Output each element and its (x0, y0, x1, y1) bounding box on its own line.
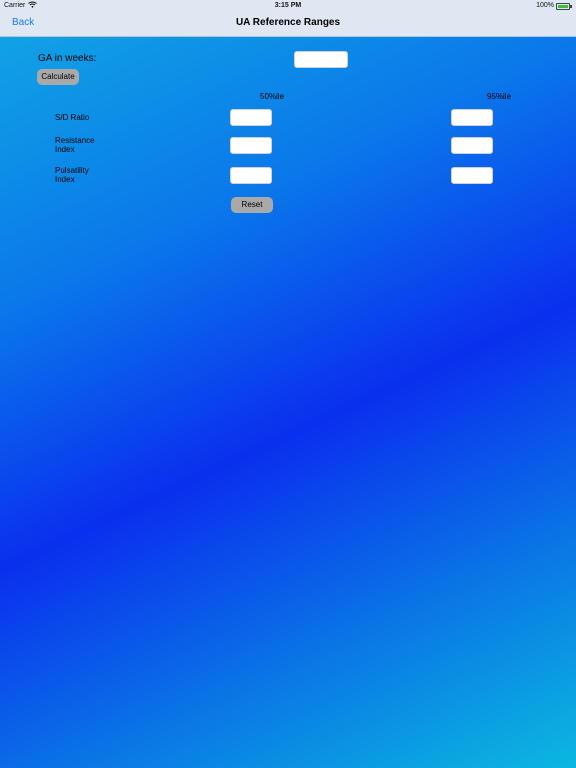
sd-ratio-95-field[interactable] (451, 109, 493, 126)
battery-fill (558, 5, 568, 8)
resistance-index-50-field[interactable] (230, 137, 272, 154)
reset-button[interactable]: Reset (231, 197, 273, 213)
sd-ratio-label: S/D Ratio (55, 113, 90, 122)
battery-icon (556, 3, 572, 10)
sd-ratio-50-field[interactable] (230, 109, 272, 126)
ga-label: GA in weeks: (38, 53, 97, 64)
battery-percent: 100% (536, 2, 554, 9)
resistance-index-95-field[interactable] (451, 137, 493, 154)
page-title: UA Reference Ranges (235, 17, 341, 28)
status-time: 3:15 PM (274, 2, 302, 9)
pulsatility-index-50-field[interactable] (230, 167, 272, 184)
resistance-index-label: Resistance Index (55, 136, 95, 154)
col-95-header: 95%ile (487, 92, 512, 101)
pulsatility-index-95-field[interactable] (451, 167, 493, 184)
calculate-button[interactable]: Calculate (37, 69, 79, 85)
ga-weeks-input[interactable] (294, 51, 348, 68)
col-50-header: 50%ile (260, 92, 285, 101)
pulsatility-index-label: Pulsatility Index (55, 166, 89, 184)
navigation-bar: Back UA Reference Ranges (0, 12, 576, 37)
status-bar: Carrier 3:15 PM 100% (0, 0, 576, 12)
